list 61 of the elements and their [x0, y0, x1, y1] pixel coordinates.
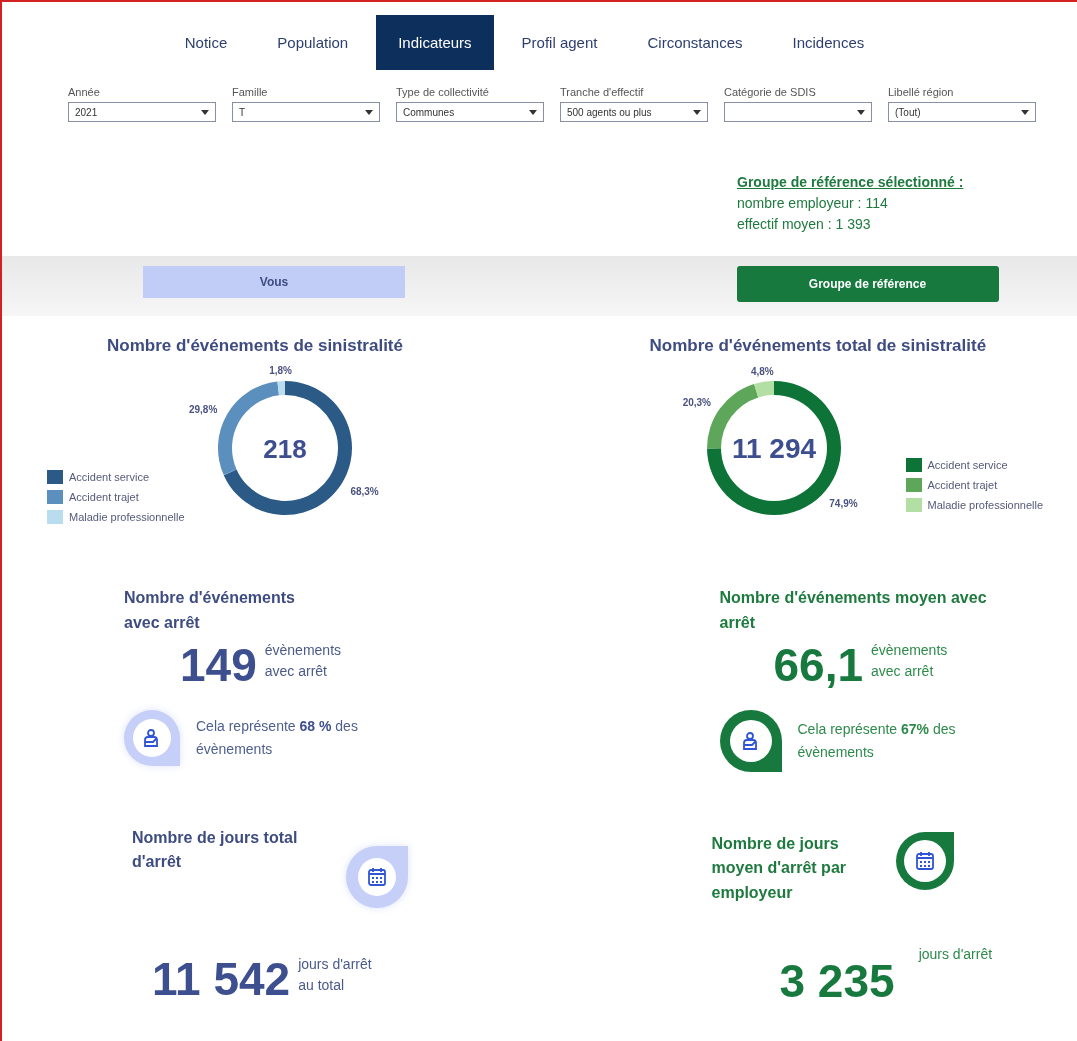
metric-title: Nombre de jours moyen d'arrêt par employeur [711, 833, 847, 904]
section-header: Vous [143, 266, 405, 298]
legend-label: Accident service [69, 471, 150, 483]
nav-tab[interactable]: Incidences [770, 15, 887, 70]
filter-dropdown[interactable]: 500 agents ou plus [560, 102, 708, 122]
caret-icon [1021, 109, 1029, 115]
data-label: 74,9% [828, 498, 858, 509]
legend-label: Maladie professionnelle [69, 511, 185, 523]
donut-total: 218 [262, 434, 307, 464]
calendar-icon [913, 849, 936, 872]
chart-title: Nombre d'événements total de sinistralité [648, 336, 988, 356]
metric-title: Nombre d'événements moyen avec arrêt [719, 588, 988, 633]
metric-title: Nombre de jours total d'arrêt [132, 827, 299, 873]
data-label: 29,8% [188, 404, 217, 416]
metric-value: 66,1 [773, 641, 864, 688]
metric-value: 149 [180, 641, 257, 688]
nav-tab[interactable]: Circonstances [625, 15, 765, 70]
filter-label: Type de collectivité [396, 86, 490, 98]
nav-tab[interactable]: Profil agent [499, 15, 620, 70]
data-label: 1,8% [268, 365, 292, 377]
nav-tab[interactable]: Indicateurs [376, 15, 494, 70]
caret-icon [201, 109, 209, 115]
filter-dropdown[interactable]: 2021 [68, 102, 216, 122]
reference-group-info: effectif moyen : 1 393 [737, 216, 872, 232]
chart-title: Nombre d'événements de sinistralité [106, 336, 404, 356]
filter-dropdown[interactable]: Communes [396, 102, 544, 122]
legend-label: Maladie professionnelle [927, 499, 1044, 511]
filter-label: Famille [232, 86, 269, 98]
caret-icon [529, 109, 537, 115]
caret-icon [365, 109, 373, 115]
section-header: Groupe de référence [736, 266, 999, 302]
calendar-icon [366, 865, 388, 888]
filter-label: Année [68, 86, 101, 98]
nav-tab[interactable]: Population [255, 15, 371, 70]
legend-label: Accident trajet [927, 479, 998, 491]
filter-label: Catégorie de SDIS [724, 86, 817, 98]
metric-value: 11 542 [152, 955, 291, 1002]
legend-label: Accident service [927, 459, 1008, 471]
filter-dropdown[interactable] [724, 102, 872, 122]
reference-group-title: Groupe de référence sélectionné : [737, 174, 965, 190]
metric-unit: jours d'arrêt au total [298, 954, 372, 995]
filter-label: Libellé région [888, 86, 955, 98]
reference-group-info: nombre employeur : 114 [737, 195, 889, 211]
filter-label: Tranche d'effectif [560, 86, 645, 98]
metric-title: Nombre d'événements avec arrêt [124, 588, 296, 633]
caret-icon [857, 109, 865, 115]
legend-label: Accident trajet [69, 491, 139, 503]
filter-dropdown[interactable]: (Tout) [888, 102, 1036, 122]
donut-total: 11 294 [731, 433, 816, 464]
metric-unit: évènements avec arrêt [264, 640, 342, 681]
data-label: 20,3% [682, 397, 711, 408]
metric-note: Cela représente 67% des évènements [797, 720, 957, 762]
data-label: 4,8% [750, 365, 774, 377]
nav-tab[interactable]: Notice [162, 15, 250, 70]
filter-dropdown[interactable]: T [232, 102, 380, 122]
metric-note: Cela représente 68 % des évènements [196, 717, 359, 759]
metric-value: 3 235 [779, 958, 895, 1004]
metric-unit: jours d'arrêt [918, 945, 993, 964]
metric-unit: évènements avec arrêt [871, 640, 948, 681]
data-label: 68,3% [350, 485, 379, 497]
caret-icon [693, 109, 701, 115]
